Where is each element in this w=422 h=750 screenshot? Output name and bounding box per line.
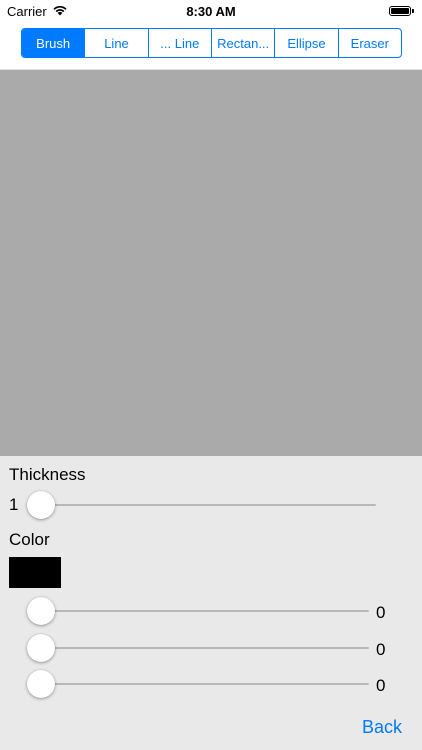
blue-slider-track[interactable] (40, 683, 369, 685)
green-value: 0 (376, 640, 386, 659)
drawing-canvas[interactable] (0, 70, 422, 456)
thickness-label: Thickness (9, 465, 86, 484)
blue-slider-thumb[interactable] (27, 670, 55, 698)
back-button[interactable]: Back (362, 717, 402, 738)
green-slider-thumb[interactable] (27, 634, 55, 662)
status-bar: Carrier 8:30 AM (0, 0, 422, 24)
tool-dashed-line[interactable]: ... Line (147, 29, 211, 57)
red-slider-thumb[interactable] (27, 597, 55, 625)
tool-brush[interactable]: Brush (22, 29, 85, 57)
thickness-value: 1 (9, 495, 19, 514)
tool-segmented-control: Brush Line ... Line Rectan... Ellipse Er… (21, 28, 402, 58)
tool-eraser[interactable]: Eraser (337, 29, 401, 57)
controls-panel (0, 456, 422, 750)
battery-icon (389, 6, 414, 16)
color-swatch (9, 557, 61, 588)
green-slider-track[interactable] (40, 647, 369, 649)
thickness-slider-thumb[interactable] (27, 491, 55, 519)
tool-ellipse[interactable]: Ellipse (274, 29, 337, 57)
clock: 8:30 AM (186, 4, 236, 19)
tool-line[interactable]: Line (84, 29, 147, 57)
tool-rectangle[interactable]: Rectan... (210, 29, 274, 57)
red-slider-track[interactable] (40, 610, 369, 612)
color-label: Color (9, 530, 50, 549)
blue-value: 0 (376, 676, 386, 695)
red-value: 0 (376, 603, 386, 622)
thickness-slider-track[interactable] (40, 504, 376, 506)
